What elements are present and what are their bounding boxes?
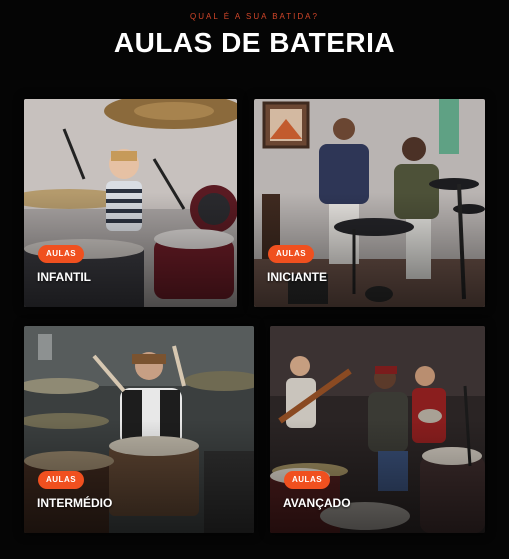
card-infantil[interactable]: AULAS INFANTIL <box>24 99 237 307</box>
section-kicker: QUAL É A SUA BATIDA? <box>190 12 319 21</box>
intermedio-label: INTERMÉDIO <box>37 496 113 510</box>
card-avancado[interactable]: AULAS AVANÇADO <box>270 326 485 533</box>
iniciante-label: INICIANTE <box>267 270 327 284</box>
intermedio-badge: AULAS <box>38 471 85 489</box>
infantil-badge: AULAS <box>38 245 85 263</box>
card-iniciante[interactable]: AULAS INICIANTE <box>254 99 485 307</box>
iniciante-badge: AULAS <box>268 245 315 263</box>
avancado-label: AVANÇADO <box>283 496 351 510</box>
section-title: AULAS DE BATERIA <box>113 27 396 58</box>
card-intermedio[interactable]: AULAS INTERMÉDIO <box>24 326 254 533</box>
avancado-badge: AULAS <box>284 471 331 489</box>
infantil-label: INFANTIL <box>37 270 91 284</box>
